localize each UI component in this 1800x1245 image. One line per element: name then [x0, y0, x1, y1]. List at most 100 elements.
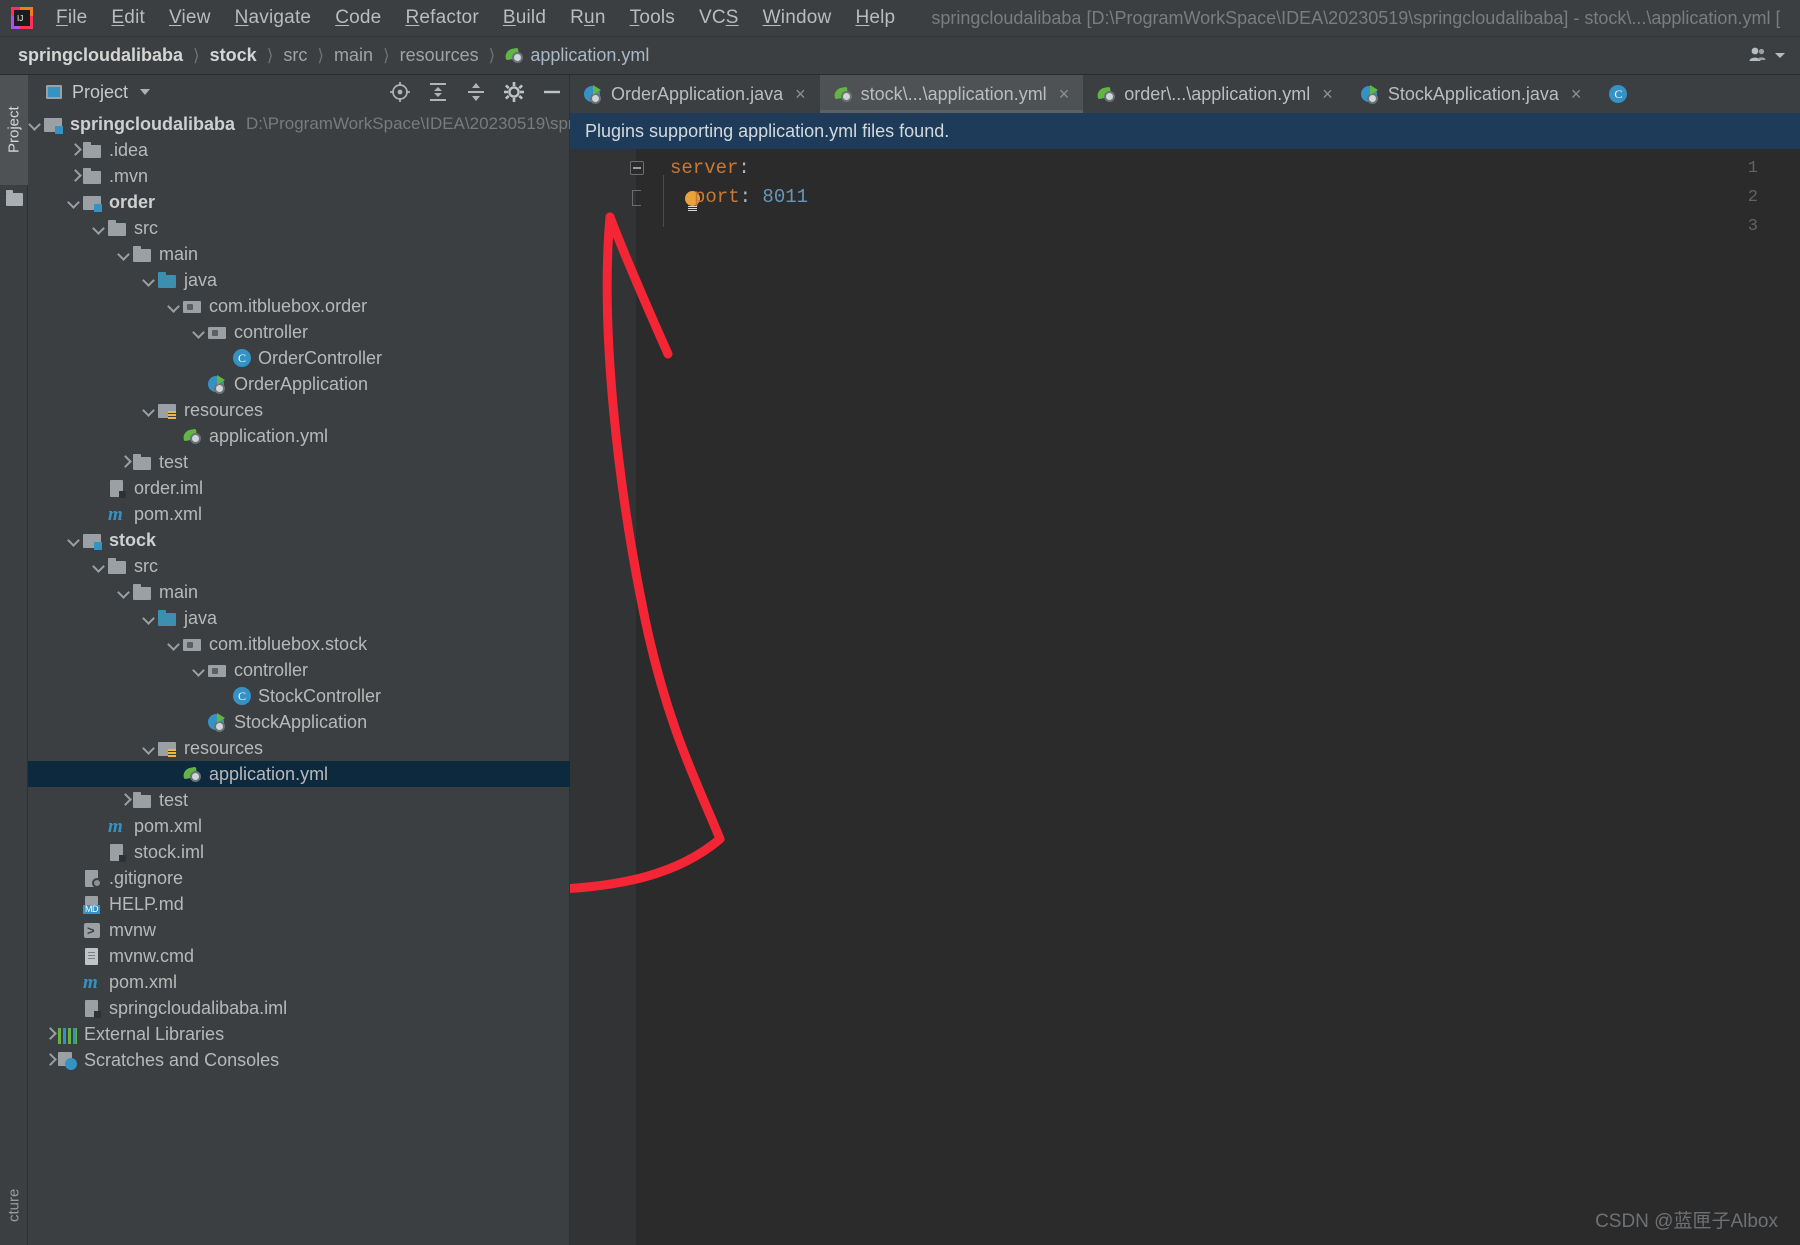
editor-tab-orderapplication-java[interactable]: OrderApplication.java × [570, 75, 820, 113]
tree-node--idea[interactable]: .idea [28, 137, 569, 163]
tree-node-resources[interactable]: resources [28, 735, 569, 761]
expand-all-icon[interactable] [427, 81, 449, 103]
tree-node-src[interactable]: src [28, 215, 569, 241]
close-icon[interactable]: × [1059, 84, 1070, 105]
tree-node-resources[interactable]: resources [28, 397, 569, 423]
tree-node-scratches-and-consoles[interactable]: Scratches and Consoles [28, 1047, 569, 1073]
menu-vcs[interactable]: VCS [687, 4, 751, 32]
tree-node-java[interactable]: java [28, 605, 569, 631]
chevron-down-icon[interactable] [192, 324, 208, 340]
chevron-down-icon[interactable] [117, 584, 133, 600]
chevron-right-icon[interactable] [67, 168, 83, 184]
editor-notification-bar[interactable]: Plugins supporting application.yml files… [570, 113, 1800, 149]
tree-node--mvn[interactable]: .mvn [28, 163, 569, 189]
chevron-down-icon[interactable] [28, 116, 44, 132]
tree-node-main[interactable]: main [28, 241, 569, 267]
tree-node--gitignore[interactable]: .gitignore [28, 865, 569, 891]
breadcrumb-item-file[interactable]: application.yml [505, 45, 649, 66]
gear-icon[interactable] [503, 81, 525, 103]
menu-edit[interactable]: Edit [99, 4, 157, 32]
menu-view[interactable]: View [157, 4, 223, 32]
tree-node-orderapplication[interactable]: OrderApplication [28, 371, 569, 397]
chevron-right-icon[interactable] [117, 792, 133, 808]
breadcrumb-item-resources[interactable]: resources [400, 45, 479, 66]
tree-node-pom-xml[interactable]: m pom.xml [28, 969, 569, 995]
menu-window[interactable]: Window [751, 4, 844, 32]
tree-node-stockapplication[interactable]: StockApplication [28, 709, 569, 735]
tree-node-main[interactable]: main [28, 579, 569, 605]
collapse-all-icon[interactable] [465, 81, 487, 103]
code-folding-end[interactable] [630, 190, 644, 206]
menu-navigate[interactable]: Navigate [223, 4, 324, 32]
tree-node-test[interactable]: test [28, 449, 569, 475]
tree-node-springcloudalibaba[interactable]: springcloudalibaba D:\ProgramWorkSpace\ID… [28, 111, 574, 137]
chevron-down-icon[interactable] [92, 558, 108, 574]
chevron-right-icon[interactable] [42, 1052, 58, 1068]
project-tree[interactable]: springcloudalibaba D:\ProgramWorkSpace\ID… [28, 111, 574, 1073]
tree-node-help-md[interactable]: HELP.md [28, 891, 569, 917]
chevron-down-icon[interactable] [167, 298, 183, 314]
tree-node-com-itbluebox-stock[interactable]: com.itbluebox.stock [28, 631, 569, 657]
chevron-down-icon[interactable] [140, 89, 151, 95]
tree-node-java[interactable]: java [28, 267, 569, 293]
breadcrumb-item-main[interactable]: main [334, 45, 373, 66]
chevron-right-icon[interactable] [42, 1026, 58, 1042]
hide-icon[interactable] [541, 81, 563, 103]
tree-node-ordercontroller[interactable]: C OrderController [28, 345, 569, 371]
tree-node-stock[interactable]: stock [28, 527, 569, 553]
menu-tools[interactable]: Tools [618, 4, 687, 32]
code-editor[interactable]: 1 2 3 server: port: 8011 [570, 149, 1800, 1245]
tree-node-controller[interactable]: controller [28, 319, 569, 345]
tree-node-mvnw[interactable]: mvnw [28, 917, 569, 943]
menu-run[interactable]: Run [558, 4, 617, 32]
chevron-down-icon[interactable] [142, 402, 158, 418]
editor-tab-stock-application-yml[interactable]: stock\...\application.yml × [819, 75, 1084, 113]
tool-window-button-structure[interactable]: cture [0, 1165, 28, 1245]
breadcrumb-item-src[interactable]: src [283, 45, 307, 66]
editor-tab-stockapplication-java[interactable]: StockApplication.java × [1347, 75, 1596, 113]
chevron-down-icon[interactable] [117, 246, 133, 262]
tree-node-springcloudalibaba-iml[interactable]: springcloudalibaba.iml [28, 995, 569, 1021]
tree-node-pom-xml[interactable]: m pom.xml [28, 813, 569, 839]
editor-tab-order-application-yml[interactable]: order\...\application.yml × [1083, 75, 1347, 113]
tree-node-controller[interactable]: controller [28, 657, 569, 683]
select-opened-file-icon[interactable] [389, 81, 411, 103]
chevron-down-icon[interactable] [192, 662, 208, 678]
chevron-down-icon[interactable] [67, 532, 83, 548]
chevron-down-icon[interactable] [142, 610, 158, 626]
breadcrumb-item-project[interactable]: springcloudalibaba [18, 45, 183, 66]
tree-node-external-libraries[interactable]: External Libraries [28, 1021, 569, 1047]
share-people-button[interactable] [1748, 46, 1786, 64]
tree-node-order-iml[interactable]: order.iml [28, 475, 569, 501]
tree-node-application-yml[interactable]: application.yml [28, 423, 569, 449]
tree-node-order[interactable]: order [28, 189, 569, 215]
chevron-right-icon[interactable] [117, 454, 133, 470]
editor-gutter[interactable] [570, 149, 636, 1245]
menu-refactor[interactable]: Refactor [393, 4, 490, 32]
chevron-down-icon[interactable] [142, 740, 158, 756]
editor-tab-overflow[interactable]: C [1595, 75, 1649, 113]
close-icon[interactable]: × [795, 84, 806, 105]
menu-help[interactable]: Help [843, 4, 907, 32]
tree-node-application-yml[interactable]: application.yml [28, 761, 570, 787]
close-icon[interactable]: × [1322, 84, 1333, 105]
tree-node-stock-iml[interactable]: stock.iml [28, 839, 569, 865]
tree-node-src[interactable]: src [28, 553, 569, 579]
tree-node-com-itbluebox-order[interactable]: com.itbluebox.order [28, 293, 569, 319]
tree-node-test[interactable]: test [28, 787, 569, 813]
menu-build[interactable]: Build [491, 4, 558, 32]
chevron-right-icon[interactable] [67, 142, 83, 158]
close-icon[interactable]: × [1571, 84, 1582, 105]
breadcrumb-item-module[interactable]: stock [210, 45, 257, 66]
code-folding-toggle[interactable] [630, 161, 644, 175]
menu-code[interactable]: Code [323, 4, 393, 32]
tree-node-pom-xml[interactable]: m pom.xml [28, 501, 569, 527]
chevron-down-icon[interactable] [167, 636, 183, 652]
tree-node-mvnw-cmd[interactable]: mvnw.cmd [28, 943, 569, 969]
chevron-down-icon[interactable] [92, 220, 108, 236]
chevron-down-icon[interactable] [142, 272, 158, 288]
menu-file[interactable]: File [44, 4, 99, 32]
chevron-down-icon[interactable] [67, 194, 83, 210]
tree-node-stockcontroller[interactable]: C StockController [28, 683, 569, 709]
tool-window-button-project[interactable]: Project [0, 75, 28, 185]
